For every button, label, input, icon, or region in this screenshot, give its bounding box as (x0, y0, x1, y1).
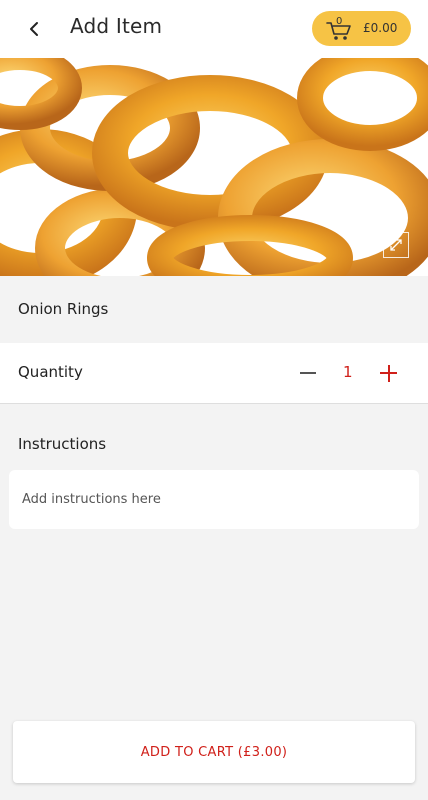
cart-icon: 0 (326, 16, 352, 42)
quantity-label: Quantity (18, 363, 83, 381)
increase-quantity-button[interactable] (376, 359, 402, 387)
chevron-left-icon (30, 22, 38, 36)
decrease-quantity-button[interactable] (296, 359, 320, 387)
cart-button[interactable]: 0 £0.00 (312, 11, 411, 46)
cart-count-badge: 0 (336, 16, 343, 27)
product-name: Onion Rings (18, 300, 109, 318)
minus-icon (300, 372, 316, 374)
instructions-label: Instructions (18, 435, 107, 453)
instructions-input[interactable] (9, 470, 419, 529)
add-to-cart-button[interactable]: ADD TO CART (£3.00) (13, 721, 415, 783)
quantity-row: Quantity 1 (0, 343, 428, 404)
cart-total: £0.00 (363, 21, 398, 35)
page-title: Add Item (70, 14, 163, 38)
expand-image-button[interactable] (383, 232, 409, 258)
product-image (0, 58, 428, 276)
back-button[interactable] (22, 17, 46, 41)
app-header: Add Item 0 £0.00 (0, 0, 428, 58)
quantity-value: 1 (343, 363, 353, 381)
expand-icon (390, 239, 402, 251)
